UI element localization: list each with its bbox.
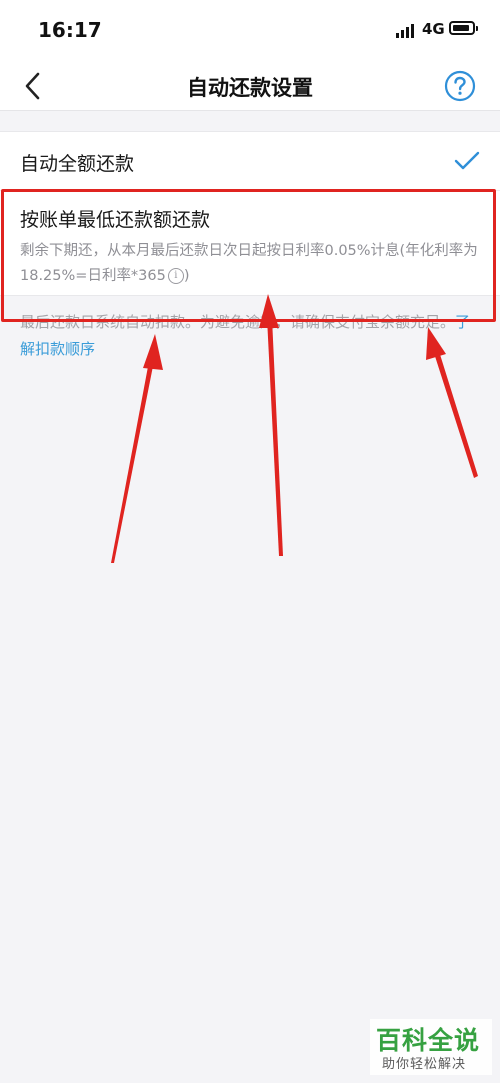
- help-button[interactable]: [444, 70, 476, 102]
- option-minimum-description-text: 剩余下期还，从本月最后还款日次日起按日利率0.05%计息(年化利率为18.25%…: [20, 243, 478, 284]
- option-full-label: 自动全额还款: [20, 153, 135, 175]
- check-icon: [454, 151, 480, 170]
- option-minimum-label: 按账单最低还款额还款: [20, 209, 211, 231]
- watermark-title: 百科全说: [376, 1026, 481, 1055]
- status-time: 16:17: [38, 18, 102, 42]
- watermark-subtitle: 助你轻松解决: [382, 1057, 467, 1072]
- network-label: 4G: [422, 20, 445, 38]
- info-icon[interactable]: i: [167, 268, 184, 284]
- signal-icon: [396, 22, 418, 38]
- footnote: 最后还款日系统自动扣款。为避免逾期，请确保支付宝余额充足。了解扣款顺序: [20, 309, 484, 363]
- page-title: 自动还款设置: [187, 76, 313, 100]
- status-bar: 16:17 4G: [0, 0, 500, 62]
- option-full-repayment[interactable]: 自动全额还款: [0, 132, 500, 191]
- option-minimum-description: 剩余下期还，从本月最后还款日次日起按日利率0.05%计息(年化利率为18.25%…: [20, 239, 480, 289]
- option-minimum-repayment[interactable]: 按账单最低还款额还款 剩余下期还，从本月最后还款日次日起按日利率0.05%计息(…: [0, 191, 500, 295]
- battery-icon: [449, 21, 478, 35]
- footnote-text: 最后还款日系统自动扣款。为避免逾期，请确保支付宝余额充足。: [20, 313, 456, 331]
- repayment-options: 自动全额还款 按账单最低还款额还款 剩余下期还，从本月最后还款日次日起按日利率0…: [0, 131, 500, 296]
- watermark-logo: 百科全说 助你轻松解决: [370, 1019, 492, 1075]
- nav-bar: 自动还款设置: [0, 62, 500, 111]
- annotation-arrow-left: [111, 334, 163, 563]
- option-minimum-description-close: ): [183, 268, 190, 284]
- question-circle-icon: [444, 70, 476, 102]
